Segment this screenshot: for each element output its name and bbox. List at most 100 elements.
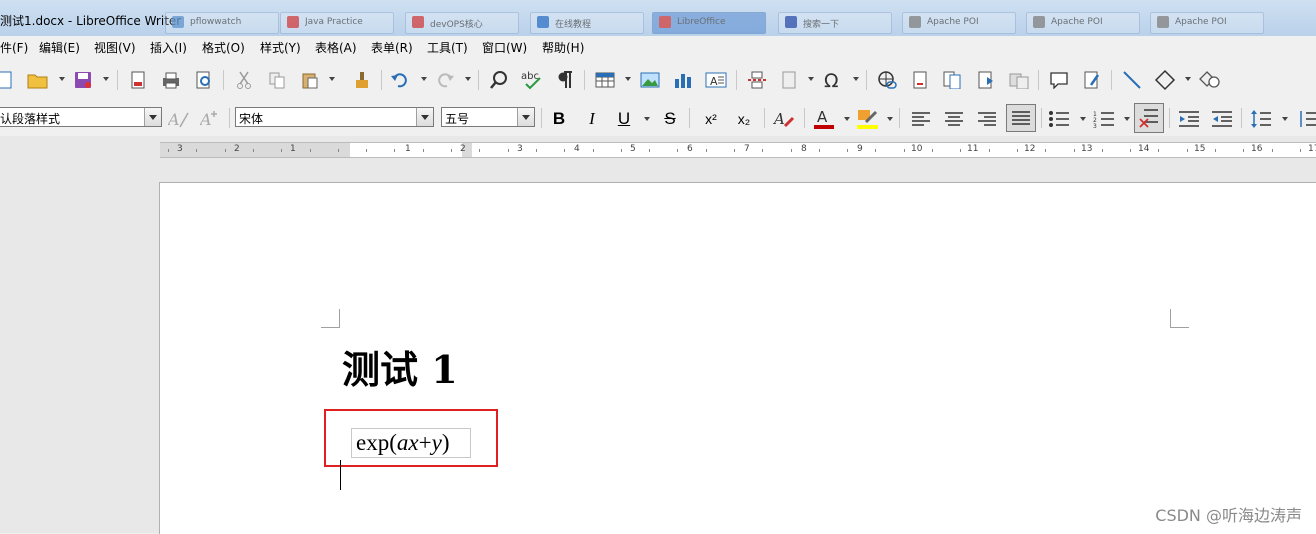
update-style-icon[interactable]: A: [168, 108, 190, 130]
draw-functions-icon[interactable]: [1199, 69, 1221, 91]
bullet-list-dropdown-icon[interactable]: [1080, 117, 1086, 121]
formatting-marks-icon[interactable]: [554, 69, 576, 91]
bullet-list-icon[interactable]: [1048, 108, 1070, 130]
insert-image-icon[interactable]: [639, 69, 661, 91]
taskbar-tab-active[interactable]: LibreOffice: [652, 12, 766, 34]
insert-comment-icon[interactable]: [1048, 69, 1070, 91]
chevron-down-icon[interactable]: [416, 108, 433, 126]
shapes-dropdown-icon[interactable]: [1185, 77, 1191, 81]
menu-help[interactable]: 帮助(H): [542, 39, 584, 56]
insert-endnote-icon[interactable]: [942, 69, 964, 91]
italic-icon[interactable]: I: [581, 108, 603, 130]
horizontal-ruler[interactable]: 3 2 1 1 2 3 4 5 6 7 8 9 10 11 12 13 14 1…: [160, 142, 1316, 158]
new-style-icon[interactable]: A: [200, 108, 222, 130]
font-color-icon[interactable]: A: [813, 108, 835, 130]
paragraph-spacing-icon[interactable]: [1296, 108, 1316, 130]
table-dropdown-icon[interactable]: [625, 77, 631, 81]
track-changes-icon[interactable]: [1081, 69, 1103, 91]
open-icon[interactable]: [27, 69, 49, 91]
taskbar-tab[interactable]: devOPS核心: [405, 12, 519, 34]
menu-insert[interactable]: 插入(I): [150, 39, 187, 56]
menu-edit[interactable]: 编辑(E): [39, 39, 80, 56]
line-spacing-icon[interactable]: [1250, 108, 1272, 130]
menu-form[interactable]: 表单(R): [371, 39, 413, 56]
menu-tools[interactable]: 工具(T): [427, 39, 468, 56]
subscript-icon[interactable]: x₂: [733, 108, 755, 130]
copy-icon[interactable]: [266, 69, 288, 91]
underline-icon[interactable]: U: [613, 108, 635, 130]
document-page[interactable]: [159, 182, 1316, 534]
taskbar-tab[interactable]: 搜索一下: [778, 12, 892, 34]
paste-dropdown-icon[interactable]: [329, 77, 335, 81]
insert-field-icon[interactable]: [778, 69, 800, 91]
taskbar-tab[interactable]: Java Practice: [280, 12, 394, 34]
redo-icon[interactable]: [434, 69, 456, 91]
clone-formatting-icon[interactable]: [351, 69, 373, 91]
numbered-list-icon[interactable]: 123: [1093, 108, 1115, 130]
insert-special-character-icon[interactable]: Ω: [822, 69, 844, 91]
superscript-icon[interactable]: x²: [700, 108, 722, 130]
print-icon[interactable]: [160, 69, 182, 91]
window-title-bar[interactable]: 测试1.docx - LibreOffice Writer pflowwatch…: [0, 0, 1316, 36]
decrease-indent-icon[interactable]: [1211, 108, 1233, 130]
insert-textbox-icon[interactable]: A: [705, 69, 727, 91]
highlight-color-icon[interactable]: [856, 108, 878, 130]
justify-icon[interactable]: [1006, 104, 1036, 132]
find-replace-icon[interactable]: [488, 69, 510, 91]
undo-icon[interactable]: [389, 69, 411, 91]
line-spacing-dropdown-icon[interactable]: [1282, 117, 1288, 121]
open-dropdown-icon[interactable]: [59, 77, 65, 81]
menu-view[interactable]: 视图(V): [94, 39, 136, 56]
insert-footnote-icon[interactable]: [909, 69, 931, 91]
paste-icon[interactable]: [299, 69, 321, 91]
underline-dropdown-icon[interactable]: [644, 117, 650, 121]
chevron-down-icon[interactable]: [517, 108, 534, 126]
undo-dropdown-icon[interactable]: [421, 77, 427, 81]
chevron-down-icon[interactable]: [144, 108, 161, 126]
new-document-icon[interactable]: [0, 69, 16, 91]
menu-window[interactable]: 窗口(W): [482, 39, 527, 56]
redo-dropdown-icon[interactable]: [465, 77, 471, 81]
increase-indent-icon[interactable]: [1178, 108, 1200, 130]
insert-page-break-icon[interactable]: [746, 69, 768, 91]
insert-bookmark-icon[interactable]: [975, 69, 997, 91]
taskbar-tab[interactable]: pflowwatch: [165, 12, 279, 34]
document-heading[interactable]: 测试 1: [342, 346, 458, 394]
numbered-list-dropdown-icon[interactable]: [1124, 117, 1130, 121]
insert-chart-icon[interactable]: [672, 69, 694, 91]
taskbar-tab[interactable]: Apache POI: [1150, 12, 1264, 34]
highlight-dropdown-icon[interactable]: [887, 117, 893, 121]
cut-icon[interactable]: [233, 69, 255, 91]
field-dropdown-icon[interactable]: [808, 77, 814, 81]
save-icon[interactable]: [72, 69, 94, 91]
insert-table-icon[interactable]: [594, 69, 616, 91]
font-name-combo[interactable]: 宋体: [235, 107, 434, 127]
font-color-dropdown-icon[interactable]: [844, 117, 850, 121]
save-dropdown-icon[interactable]: [103, 77, 109, 81]
insert-line-icon[interactable]: [1121, 69, 1143, 91]
export-pdf-icon[interactable]: [127, 69, 149, 91]
strikethrough-icon[interactable]: S: [659, 108, 681, 130]
insert-cross-reference-icon[interactable]: [1008, 69, 1030, 91]
special-character-dropdown-icon[interactable]: [853, 77, 859, 81]
basic-shapes-icon[interactable]: [1154, 69, 1176, 91]
menu-table[interactable]: 表格(A): [315, 39, 357, 56]
taskbar-tab[interactable]: Apache POI: [1026, 12, 1140, 34]
ruler-tick: [847, 149, 848, 152]
menu-format[interactable]: 格式(O): [202, 39, 245, 56]
print-preview-icon[interactable]: [193, 69, 215, 91]
font-size-combo[interactable]: 五号: [441, 107, 535, 127]
menu-file[interactable]: 件(F): [0, 39, 28, 56]
align-left-icon[interactable]: [910, 108, 932, 130]
align-right-icon[interactable]: [976, 108, 998, 130]
menu-styles[interactable]: 样式(Y): [260, 39, 301, 56]
taskbar-tab[interactable]: Apache POI: [902, 12, 1016, 34]
paragraph-style-combo[interactable]: 认段落样式: [0, 107, 162, 127]
no-list-icon[interactable]: [1134, 103, 1164, 133]
spelling-icon[interactable]: abc: [521, 69, 543, 91]
bold-icon[interactable]: B: [548, 108, 570, 130]
insert-hyperlink-icon[interactable]: [876, 69, 898, 91]
taskbar-tab[interactable]: 在线教程: [530, 12, 644, 34]
align-center-icon[interactable]: [943, 108, 965, 130]
clear-formatting-icon[interactable]: A: [773, 108, 795, 130]
